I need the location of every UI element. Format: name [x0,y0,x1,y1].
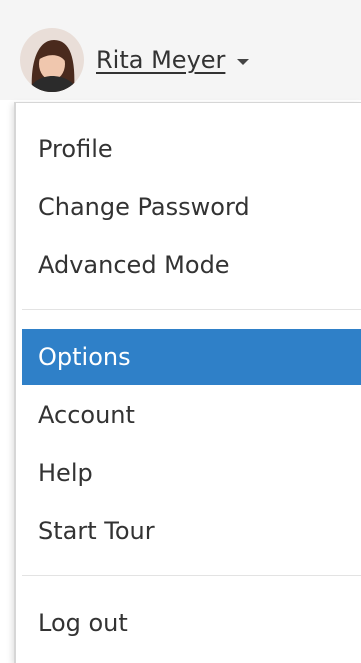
menu-item-options[interactable]: Options [22,329,361,385]
avatar [20,28,84,92]
top-bar: Rita Meyer [0,0,361,100]
menu-item-advanced-mode[interactable]: Advanced Mode [22,237,361,293]
user-dropdown-menu: Profile Change Password Advanced Mode Op… [14,102,361,663]
user-menu-toggle[interactable]: Rita Meyer [20,28,250,92]
menu-item-account[interactable]: Account [22,387,361,443]
user-name[interactable]: Rita Meyer [96,46,225,74]
menu-item-help[interactable]: Help [22,445,361,501]
menu-divider [22,309,361,310]
menu-item-change-password[interactable]: Change Password [22,179,361,235]
menu-item-profile[interactable]: Profile [22,121,361,177]
menu-divider [22,575,361,576]
menu-item-log-out[interactable]: Log out [22,595,361,651]
caret-down-icon [237,59,250,65]
menu-item-start-tour[interactable]: Start Tour [22,503,361,559]
